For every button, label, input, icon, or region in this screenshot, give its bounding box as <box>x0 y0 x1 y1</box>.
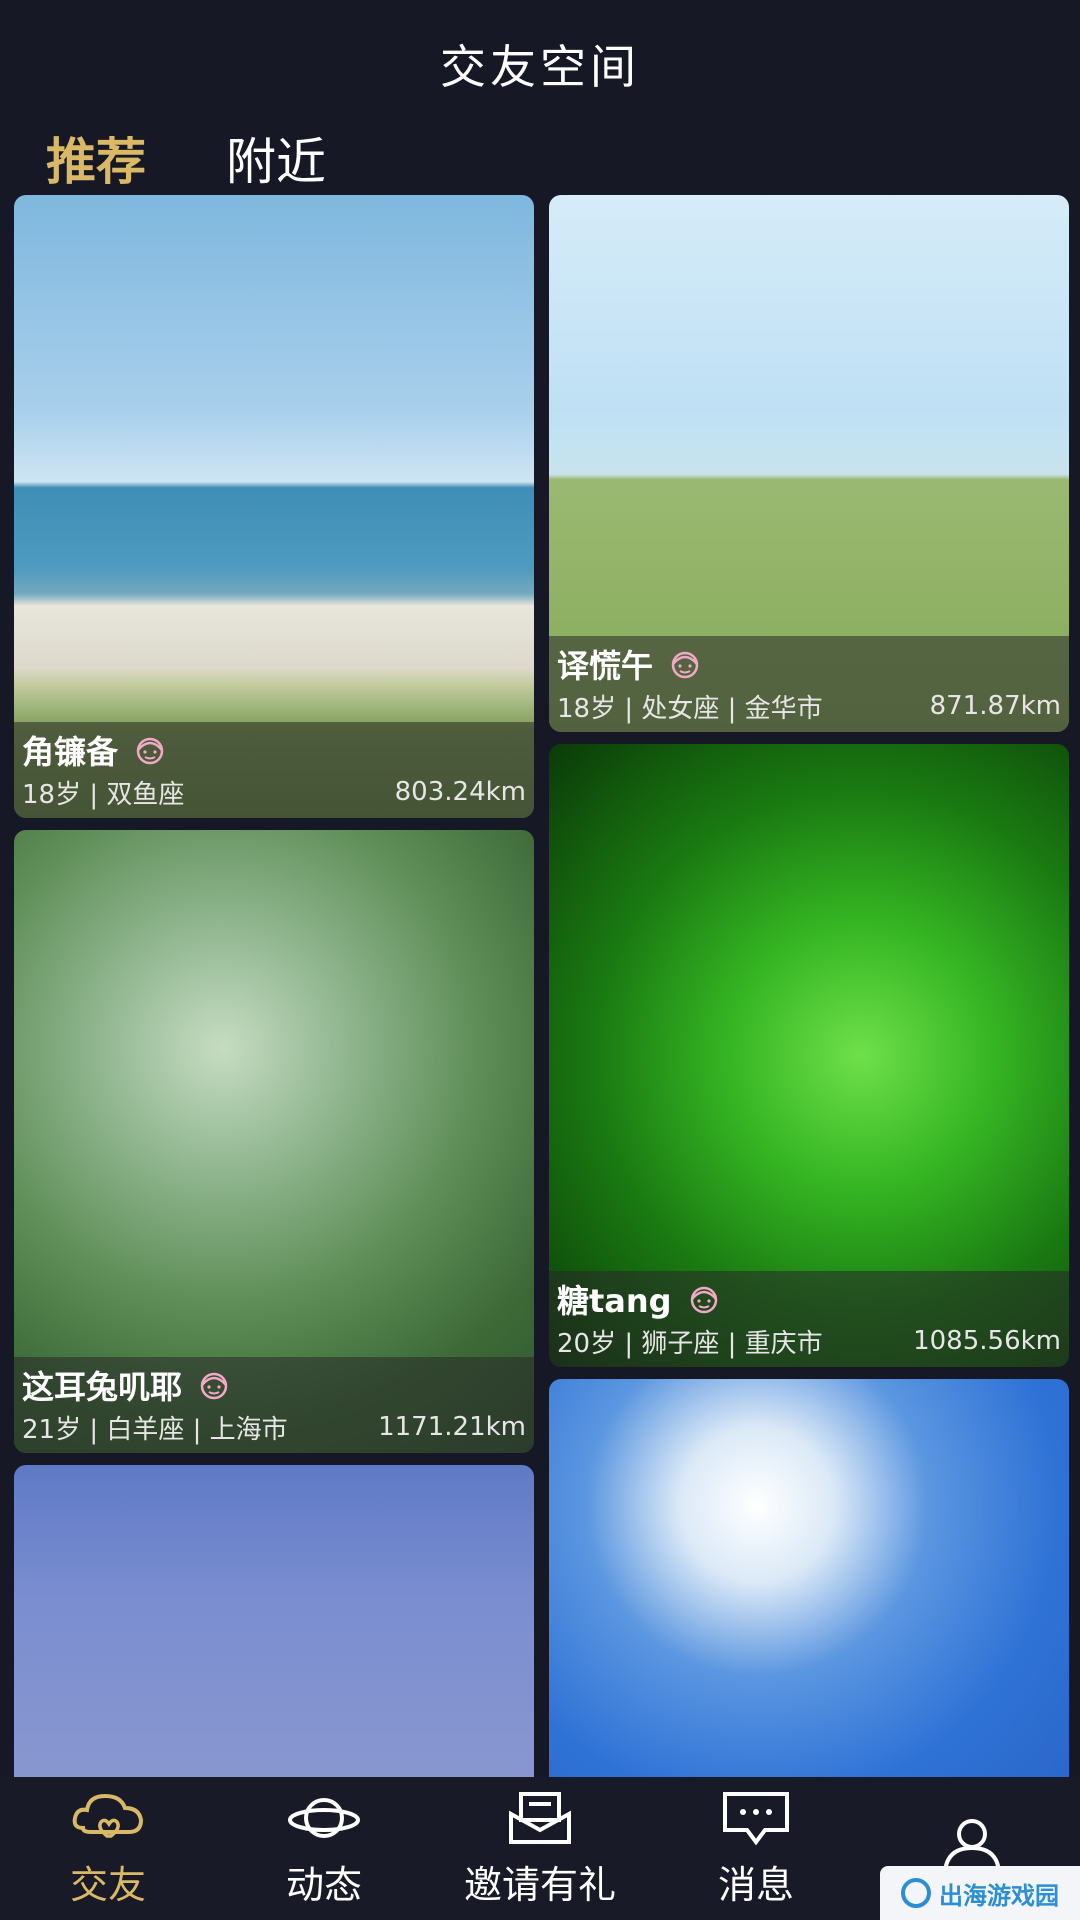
user-distance: 1085.56km <box>913 1326 1061 1356</box>
user-distance: 871.87km <box>929 691 1061 721</box>
feed-tabs: 推荐 附近 <box>46 118 326 198</box>
nav-label: 动态 <box>285 1863 362 1907</box>
user-distance: 803.24km <box>394 777 526 807</box>
watermark: 出海游戏园 <box>880 1866 1080 1920</box>
user-photo <box>549 1379 1069 1777</box>
user-card[interactable] <box>14 1465 534 1777</box>
user-photo <box>14 1465 534 1777</box>
watermark-text: 出海游戏园 <box>939 1881 1059 1910</box>
tab-recommend[interactable]: 推荐 <box>46 122 146 194</box>
nav-label: 消息 <box>717 1863 794 1907</box>
tab-nearby[interactable]: 附近 <box>226 122 326 194</box>
user-name: 糖tang <box>557 1282 672 1320</box>
user-info: 21岁 | 白羊座 | 上海市 <box>22 1414 288 1445</box>
user-distance: 1171.21km <box>378 1412 526 1442</box>
user-name: 角镰备 <box>22 733 119 771</box>
nav-label: 交友 <box>69 1863 146 1907</box>
planet-icon <box>288 1798 360 1838</box>
page-title: 交友空间 <box>440 40 640 94</box>
user-card[interactable]: 这耳兔叽耶 21岁 | 白羊座 | 上海市 1171.21km <box>14 830 534 1453</box>
user-card[interactable]: 译慌午 18岁 | 处女座 | 金华市 871.87km <box>549 195 1069 732</box>
user-info: 18岁 | 双鱼座 <box>22 779 185 810</box>
girl-face-icon <box>671 651 699 679</box>
nav-label: 邀请有礼 <box>463 1863 616 1907</box>
watermark-logo-icon <box>901 1878 931 1908</box>
card-overlay: 译慌午 18岁 | 处女座 | 金华市 871.87km <box>549 636 1069 732</box>
nav-item-friends[interactable]: 交友 <box>8 1788 208 1909</box>
card-overlay: 角镰备 18岁 | 双鱼座 803.24km <box>14 722 534 818</box>
girl-face-icon <box>136 737 164 765</box>
user-name: 译慌午 <box>557 647 654 685</box>
girl-face-icon <box>200 1372 228 1400</box>
chat-icon <box>723 1792 789 1846</box>
user-info: 18岁 | 处女座 | 金华市 <box>557 693 823 724</box>
user-card[interactable] <box>549 1379 1069 1777</box>
card-overlay: 糖tang 20岁 | 狮子座 | 重庆市 1085.56km <box>549 1271 1069 1367</box>
nav-item-messages[interactable]: 消息 <box>656 1788 856 1909</box>
card-overlay: 这耳兔叽耶 21岁 | 白羊座 | 上海市 1171.21km <box>14 1357 534 1453</box>
nav-item-moments[interactable]: 动态 <box>224 1788 424 1909</box>
girl-face-icon <box>690 1286 717 1314</box>
user-feed[interactable]: 角镰备 18岁 | 双鱼座 803.24km 这耳兔叽耶 21岁 | 白羊座 |… <box>0 195 1080 1777</box>
user-card[interactable]: 糖tang 20岁 | 狮子座 | 重庆市 1085.56km <box>549 744 1069 1367</box>
user-card[interactable]: 角镰备 18岁 | 双鱼座 803.24km <box>14 195 534 818</box>
user-name: 这耳兔叽耶 <box>22 1368 183 1406</box>
title-bar: 交友空间 <box>0 0 1080 128</box>
nav-item-invite[interactable]: 邀请有礼 <box>440 1788 640 1909</box>
heart-cloud-icon <box>72 1793 144 1838</box>
user-info: 20岁 | 狮子座 | 重庆市 <box>557 1328 823 1359</box>
envelope-icon <box>509 1792 571 1844</box>
